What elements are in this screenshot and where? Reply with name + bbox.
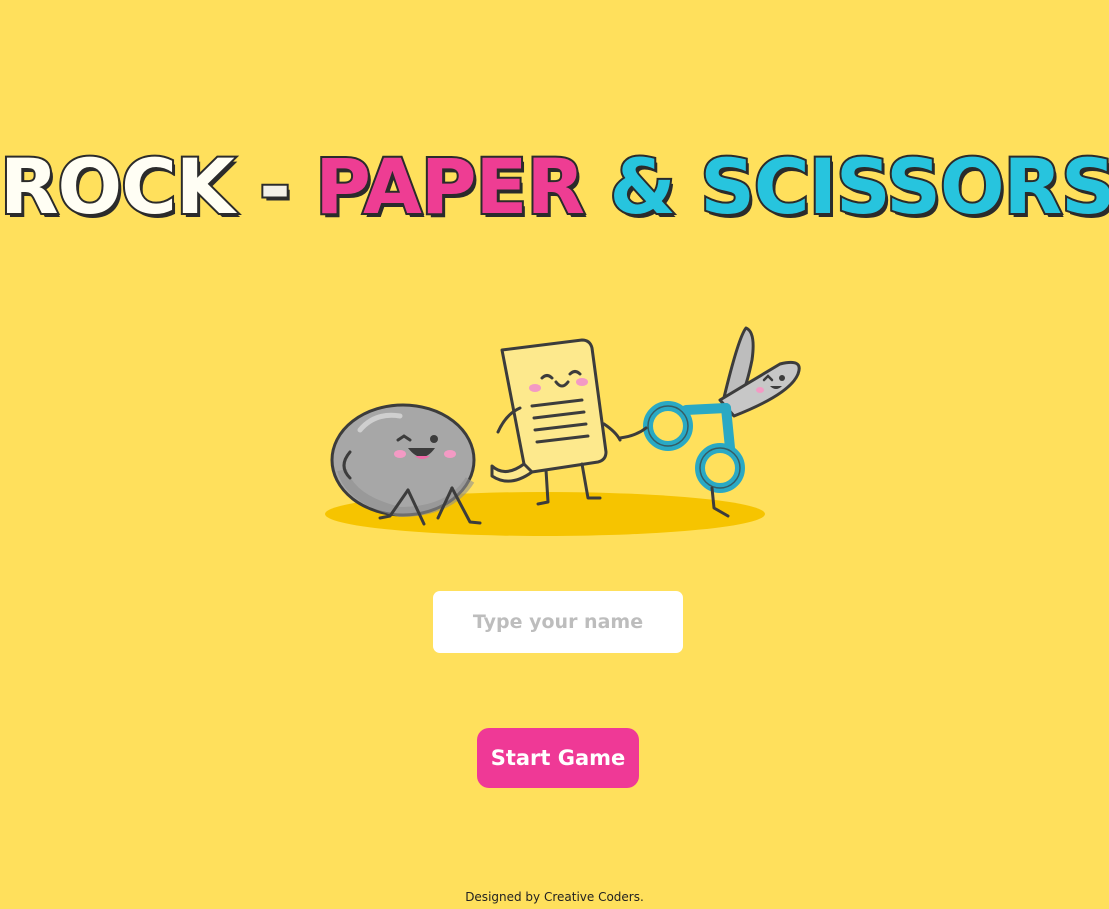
rock-paper-scissors-characters xyxy=(325,326,801,536)
start-game-button[interactable]: Start Game xyxy=(477,728,639,788)
hero-illustration xyxy=(320,320,810,545)
title-word-rock: ROCK xyxy=(0,140,237,233)
title-dash: - xyxy=(257,140,292,233)
game-title: ROCK - PAPER & SCISSORS xyxy=(0,137,1109,237)
title-word-paper: PAPER xyxy=(313,140,587,233)
scissors-character xyxy=(618,326,801,518)
title-word-scissors: SCISSORS xyxy=(698,140,1109,233)
title-ampersand: & xyxy=(607,140,677,233)
footer-credit: Designed by Creative Coders. xyxy=(465,890,644,904)
paper-character xyxy=(490,338,622,506)
player-name-input[interactable] xyxy=(433,591,683,653)
